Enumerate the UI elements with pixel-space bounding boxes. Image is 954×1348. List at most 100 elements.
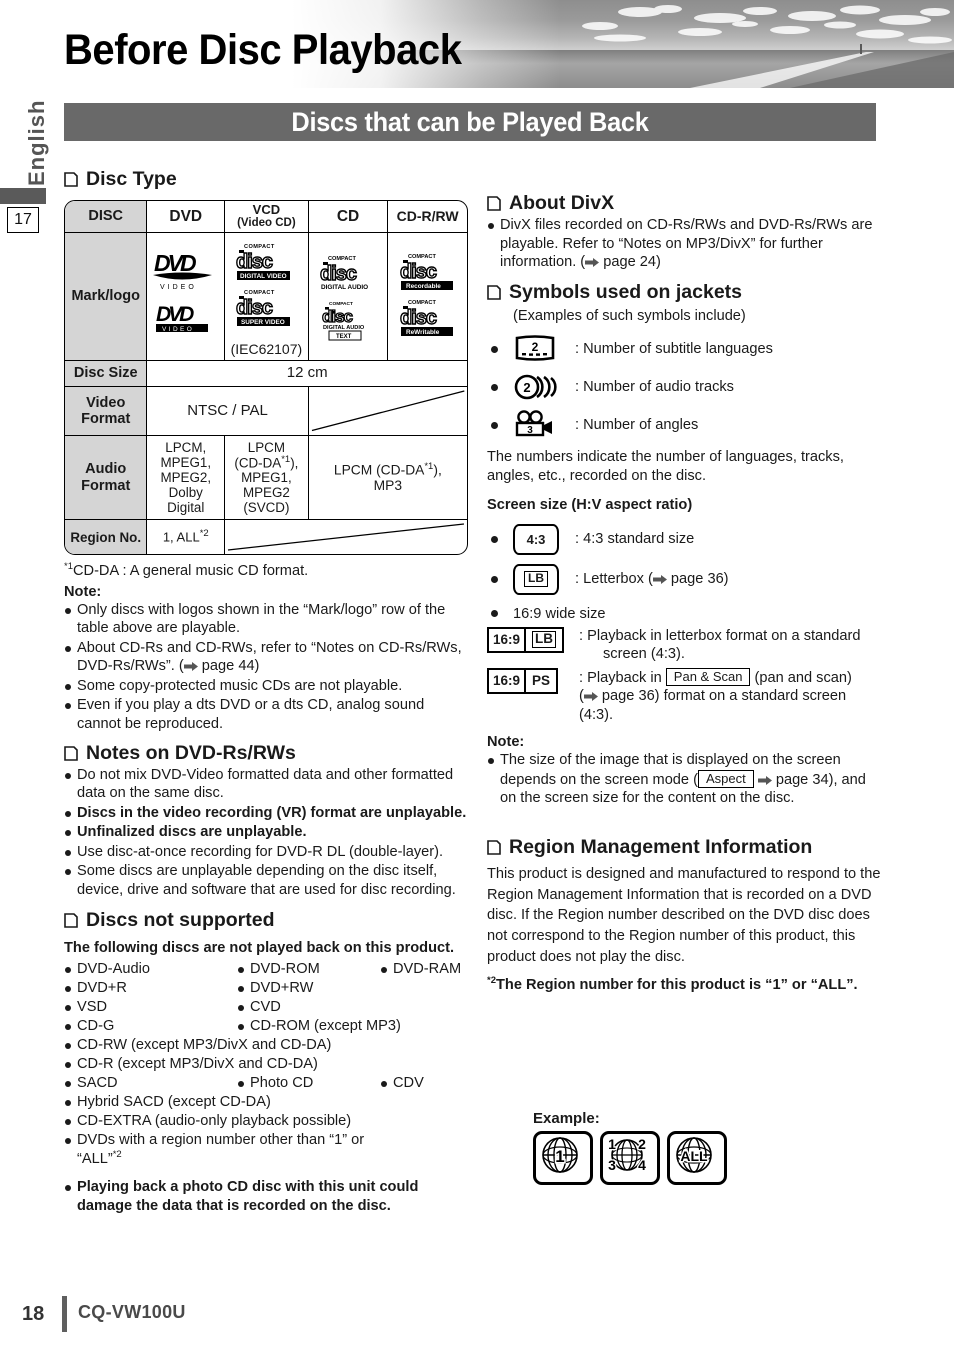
badge-169-text: 16:9 — [493, 673, 521, 689]
heading-symbols: Symbols used on jackets — [487, 281, 881, 304]
list-item: Only discs with logos shown in the “Mark… — [64, 601, 468, 638]
svg-text:3: 3 — [608, 1157, 616, 1173]
cell-video-format: NTSC / PAL — [147, 386, 309, 436]
row-label-audioformat: Audio Format — [65, 435, 148, 521]
pan-and-scan-box: Pan & Scan — [665, 667, 751, 687]
svg-text:disc: disc — [320, 263, 357, 285]
svg-text:disc: disc — [400, 261, 437, 283]
region-globe-1234-icon: 1 2 3 4 — [600, 1131, 660, 1185]
svg-text:3: 3 — [527, 425, 533, 436]
bullet-icon — [487, 610, 513, 618]
svg-text:COMPACT: COMPACT — [328, 256, 356, 262]
svg-text:DIGITAL VIDEO: DIGITAL VIDEO — [240, 273, 287, 280]
list-row: SACD Photo CD CDV — [64, 1074, 468, 1093]
heading-notes-dvdrs: Notes on DVD-Rs/RWs — [64, 742, 468, 765]
list-item: DVD-Audio — [64, 960, 237, 979]
table-row-videoformat: Video Format NTSC / PAL — [65, 386, 467, 436]
list-item: About CD-Rs and CD-RWs, refer to “Notes … — [64, 639, 468, 676]
arrow-right-icon — [183, 662, 198, 672]
bullet-icon — [487, 575, 513, 583]
letterbox-icon: LB — [513, 563, 575, 595]
list-item: DVD+RW — [237, 979, 380, 998]
svg-text:DVD: DVD — [154, 250, 196, 276]
cell-audio-dvd: LPCM, MPEG1, MPEG2, Dolby Digital — [147, 435, 226, 521]
example-label: Example: — [533, 1110, 600, 1127]
svg-text:COMPACT: COMPACT — [408, 254, 436, 260]
footnote-2: *2The Region number for this product is … — [487, 974, 858, 993]
disc-type-table: DISC DVD VCD (Video CD) CD CD-R/RW Mark/… — [64, 200, 468, 556]
list-item: Some copy-protected music CDs are not pl… — [64, 677, 468, 696]
svg-text:TEXT: TEXT — [336, 334, 352, 340]
not-supported-warning-list: Playing back a photo CD disc with this u… — [64, 1178, 468, 1215]
svg-text:4: 4 — [638, 1157, 646, 1173]
col-header-cd: CD — [308, 201, 389, 233]
arrow-right-icon — [585, 258, 600, 268]
list-item: CD-EXTRA (audio-only playback possible) — [64, 1112, 351, 1131]
svg-text:2: 2 — [523, 380, 530, 395]
page-title: Before Disc Playback — [64, 26, 462, 74]
list-item: CD-RW (except MP3/DivX and CD-DA) — [64, 1036, 331, 1055]
footnote-1: *1CD-DA : A general music CD format. — [64, 561, 309, 580]
arrow-right-icon — [757, 775, 772, 785]
list-row: DVDs with a region number other than “1”… — [64, 1131, 468, 1170]
list-item: CD-G — [64, 1017, 237, 1036]
arrow-right-icon — [583, 692, 598, 702]
bullet-icon — [487, 383, 513, 391]
badge-169-lb: 16:9 LB — [487, 626, 579, 664]
section-marker-icon — [64, 172, 78, 187]
section-marker-icon — [487, 196, 501, 211]
region-globe-1-icon: 1 — [533, 1131, 593, 1185]
heading-region-management: Region Management Information — [487, 836, 881, 859]
svg-text:disc: disc — [236, 251, 273, 273]
wide-row-ps-text: : Playback in Pan & Scan (pan and scan)(… — [579, 667, 852, 723]
row-label-marklogo: Mark/logo — [65, 232, 148, 362]
wide-row-lb-text: : Playback in letterbox format on a stan… — [579, 627, 861, 663]
list-row: DVD-Audio DVD-ROM DVD-RAM — [64, 960, 468, 979]
list-item: Playing back a photo CD disc with this u… — [64, 1178, 468, 1215]
footer-model-name: CQ-VW100U — [78, 1302, 186, 1322]
svg-text:DIGITAL AUDIO: DIGITAL AUDIO — [323, 325, 365, 331]
cell-audio-vcd: LPCM (CD-DA*1), MPEG1, MPEG2 (SVCD) — [225, 435, 309, 521]
svg-text:COMPACT: COMPACT — [408, 300, 436, 306]
iec-note: (IEC62107) — [230, 341, 303, 358]
heading-text: Region Management Information — [509, 835, 813, 858]
cdr-cdrw-logos: COMPACT disc Recordable COMPACT disc ReW… — [399, 254, 453, 336]
row-label-videoformat: Video Format — [65, 386, 148, 436]
list-row: CD-R (except MP3/DivX and CD-DA) — [64, 1055, 468, 1074]
svg-text:ALL: ALL — [680, 1148, 708, 1164]
cell-audio-cd: LPCM (CD-DA*1), MP3 — [308, 436, 467, 521]
svg-text:disc: disc — [236, 297, 273, 319]
example-icon-row: 1 1 2 3 4 ALL — [533, 1131, 727, 1185]
not-supported-intro: The following discs are not played back … — [64, 940, 455, 957]
list-item: CVD — [237, 998, 380, 1017]
svg-text:DIGITAL AUDIO: DIGITAL AUDIO — [321, 284, 368, 291]
angles-symbol-icon: 3 — [513, 410, 575, 440]
svg-text:disc: disc — [400, 307, 437, 329]
list-item: CD-ROM (except MP3) — [237, 1017, 401, 1036]
symbol-label: : Number of angles — [575, 417, 699, 434]
list-row: CD-EXTRA (audio-only playback possible) — [64, 1112, 468, 1131]
notes-left-list: Only discs with logos shown in the “Mark… — [64, 601, 468, 734]
footer-page-number: 18 — [22, 1303, 45, 1325]
table-row-marklogo: Mark/logo DVD VIDEO DVD VIDEO COMPACT di… — [65, 232, 467, 362]
svg-text:1: 1 — [555, 1147, 564, 1166]
list-item: DivX files recorded on CD-Rs/RWs and DVD… — [487, 216, 881, 272]
list-item: Do not mix DVD-Video formatted data and … — [64, 766, 468, 803]
list-item: DVDs with a region number other than “1”… — [64, 1131, 364, 1170]
section-marker-icon — [487, 840, 501, 855]
list-row: VSD CVD — [64, 998, 468, 1017]
list-item: CDV — [380, 1074, 424, 1093]
heading-text: Disc Type — [86, 168, 177, 190]
list-row: Hybrid SACD (except CD-DA) — [64, 1093, 468, 1112]
wide-row-ps: 16:9 PS : Playback in Pan & Scan (pan an… — [487, 667, 881, 725]
col-header-vcd-sub: (Video CD) — [237, 217, 296, 230]
list-item: SACD — [64, 1074, 237, 1093]
about-divx-list: DivX files recorded on CD-Rs/RWs and DVD… — [487, 216, 881, 272]
table-header-row: DISC DVD VCD (Video CD) CD CD-R/RW — [65, 201, 467, 233]
row-label-regionno: Region No. — [65, 520, 148, 555]
list-item: CD-R (except MP3/DivX and CD-DA) — [64, 1055, 318, 1074]
letterbox-badge-text: LB — [524, 571, 548, 588]
not-supported-grid: DVD-Audio DVD-ROM DVD-RAM DVD+R DVD+RW V… — [64, 960, 468, 1170]
list-item: DVD+R — [64, 979, 237, 998]
section-marker-icon — [487, 284, 501, 300]
